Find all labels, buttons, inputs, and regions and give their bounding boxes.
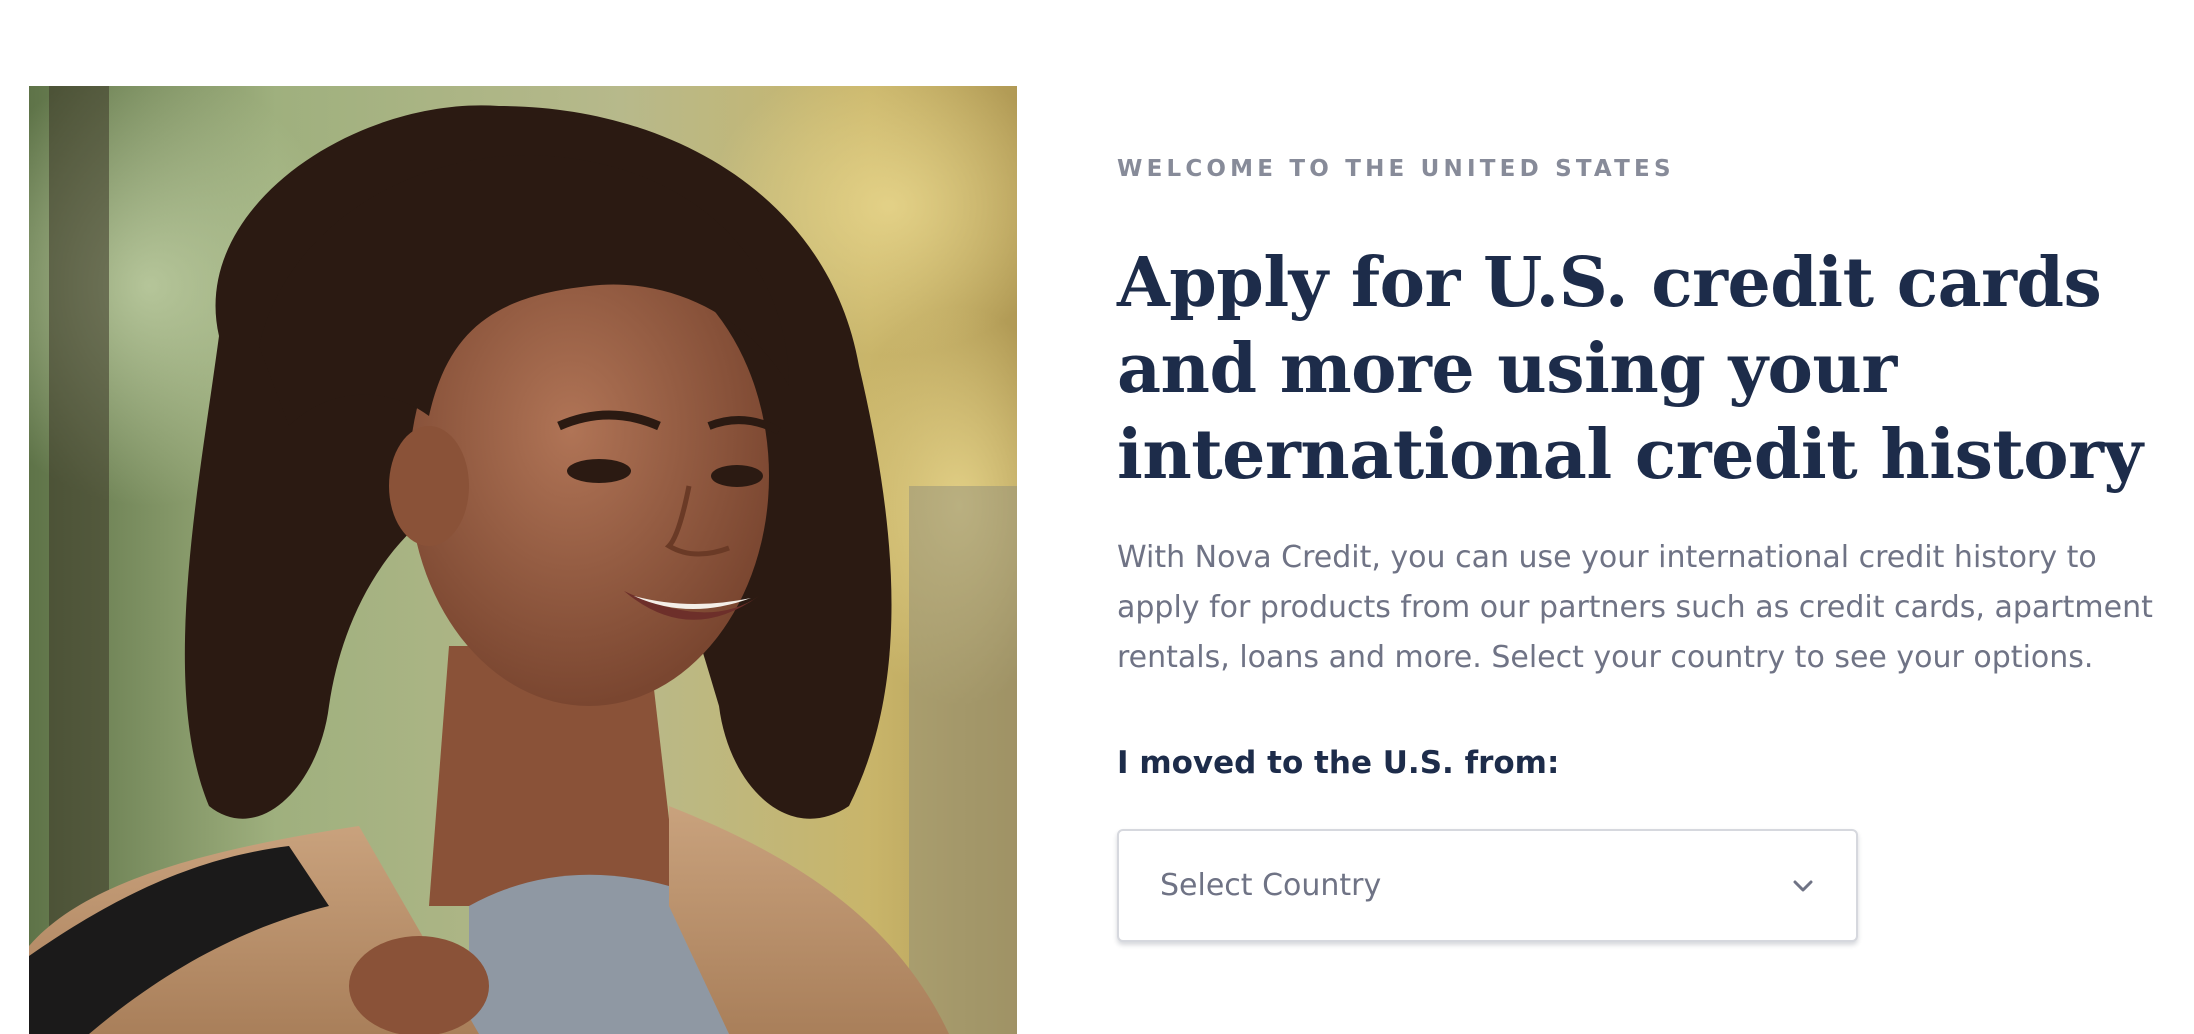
eyebrow-text: WELCOME TO THE UNITED STATES (1117, 156, 1675, 182)
hero-photo (29, 86, 1017, 1034)
intro-paragraph: With Nova Credit, you can use your inter… (1117, 540, 2153, 675)
country-select-label: I moved to the U.S. from: (1117, 745, 1560, 781)
portrait-image (29, 86, 1017, 1034)
page: WELCOME TO THE UNITED STATES Apply for U… (0, 0, 2194, 1034)
country-select-placeholder: Select Country (1160, 868, 1382, 903)
country-select[interactable]: Select Country (1117, 829, 1858, 942)
chevron-down-icon (1790, 873, 1816, 899)
page-title: Apply for U.S. credit cards and more usi… (1117, 243, 2143, 495)
